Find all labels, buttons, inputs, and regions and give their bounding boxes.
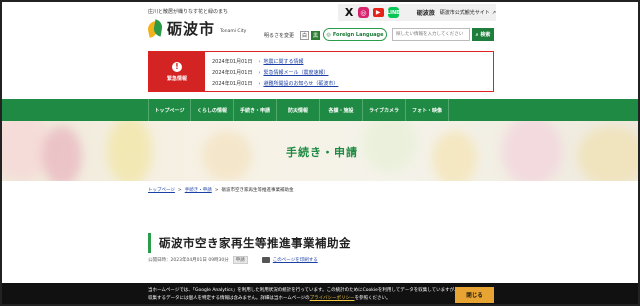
search-button[interactable]: ⌕ 検索	[472, 28, 494, 41]
emergency-date: 2024年01月01日	[212, 81, 253, 87]
emergency-label: ! 緊急情報	[149, 52, 205, 91]
emergency-label-text: 緊急情報	[166, 75, 187, 82]
emergency-date: 2024年01月01日	[212, 59, 253, 65]
chevron-right-icon: ›	[258, 58, 261, 65]
chevron-right-icon: ›	[258, 69, 261, 76]
foreign-language-button[interactable]: ◎ Foreign Language	[323, 28, 387, 41]
tourism-site-link[interactable]: 砺波旅 砺波市公式観光サイト ↗	[416, 8, 497, 18]
hero-title: 手続き・申請	[286, 146, 358, 159]
site-tagline: 庄川と散居が織りなす花と緑のまち	[148, 9, 229, 15]
emergency-item: 2024年01月01日 › 地震に関する情報	[212, 56, 338, 67]
x-twitter-icon[interactable]: X	[344, 6, 354, 19]
external-link-icon: ↗	[491, 9, 497, 16]
city-emblem-icon	[146, 18, 164, 38]
cookie-banner: 当ホームページでは、「Google Analytics」を利用した利用状況の統計…	[2, 283, 638, 304]
search-icon: ⌕	[475, 31, 479, 38]
tourism-logo: 砺波旅	[416, 10, 435, 17]
nav-item-departments[interactable]: 各課・施設	[320, 99, 363, 121]
alert-icon: !	[172, 61, 182, 72]
instagram-icon[interactable]: ◎	[358, 7, 369, 18]
social-links-bar: X ◎ ▶ LINE 砺波旅 砺波市公式観光サイト ↗	[338, 4, 496, 21]
youtube-icon[interactable]: ▶	[372, 8, 384, 17]
brightness-dark-button[interactable]: 黒	[311, 31, 321, 40]
global-nav: トップページ くらしの情報 手続き・申請 防災情報 各課・施設 ライブカメラ フ…	[2, 99, 638, 121]
nav-item-photo[interactable]: フォト・映像	[406, 99, 449, 121]
page-title: 砺波市空き家再生等推進事業補助金	[148, 233, 494, 253]
emergency-item: 2024年01月01日 › 避難所開設のお知らせ（砺波市）	[212, 78, 338, 89]
cookie-line-2b: を参照ください。	[354, 296, 391, 301]
printer-icon	[261, 257, 270, 263]
line-icon[interactable]: LINE	[387, 7, 400, 18]
emergency-list: 2024年01月01日 › 地震に関する情報 2024年01月01日 › 緊急情…	[205, 52, 338, 91]
site-logo[interactable]: 庄川と散居が織りなす花と緑のまち 砺波市 Tonami City	[146, 8, 247, 39]
brightness-switcher: 明るさを変更 白 黒	[264, 31, 321, 40]
privacy-policy-link[interactable]: プライバシーポリシー	[310, 296, 355, 301]
breadcrumb-section[interactable]: 手続き・申請	[185, 188, 212, 193]
emergency-item: 2024年01月01日 › 緊急情報メール（震度速報）	[212, 67, 338, 78]
logo-english: Tonami City	[220, 29, 247, 34]
nav-item-top[interactable]: トップページ	[148, 99, 191, 121]
published-date: 公開日時：2023年04月01日 09時30分	[148, 258, 229, 263]
emergency-date: 2024年01月01日	[212, 70, 253, 76]
tourism-label: 砺波市公式観光サイト	[439, 10, 490, 16]
breadcrumb-current: 砺波市空き家再生等推進事業補助金	[221, 188, 294, 193]
brightness-label: 明るさを変更	[264, 33, 295, 39]
breadcrumb: トップページ > 手続き・申請 > 砺波市空き家再生等推進事業補助金	[148, 188, 294, 193]
cookie-line-2a: 収集するデータには個人を特定する情報は含みません。詳細は当ホームページの	[148, 296, 310, 301]
hero-banner: 手続き・申請	[2, 121, 638, 181]
nav-item-livecamera[interactable]: ライブカメラ	[363, 99, 406, 121]
nav-item-living[interactable]: くらしの情報	[191, 99, 234, 121]
nav-item-disaster[interactable]: 防災情報	[277, 99, 320, 121]
cookie-line-1: 当ホームページでは、「Google Analytics」を利用した利用状況の統計…	[148, 288, 459, 293]
foreign-language-label: Foreign Language	[332, 31, 384, 38]
emergency-link[interactable]: 緊急情報メール（震度速報）	[263, 69, 328, 76]
category-badge: 申請	[232, 256, 248, 264]
logo-name: 砺波市	[167, 20, 216, 38]
search-button-label: 検索	[480, 32, 491, 38]
chevron-right-icon: ›	[258, 80, 261, 87]
cookie-text: 当ホームページでは、「Google Analytics」を利用した利用状況の統計…	[148, 287, 459, 303]
cookie-close-button[interactable]: 閉じる	[455, 287, 494, 303]
breadcrumb-home[interactable]: トップページ	[148, 188, 175, 193]
emergency-info-box: ! 緊急情報 2024年01月01日 › 地震に関する情報 2024年01月01…	[148, 51, 494, 92]
emergency-link[interactable]: 地震に関する情報	[263, 58, 303, 65]
emergency-link[interactable]: 避難所開設のお知らせ（砺波市）	[263, 80, 338, 87]
print-page-link[interactable]: このページを印刷する	[273, 257, 318, 263]
page-frame: 庄川と散居が織りなす花と緑のまち 砺波市 Tonami City X ◎ ▶ L…	[0, 0, 640, 306]
brightness-light-button[interactable]: 白	[300, 31, 310, 40]
search-input[interactable]	[392, 28, 470, 41]
page-meta: 公開日時：2023年04月01日 09時30分 申請 このページを印刷する	[148, 256, 318, 264]
globe-icon: ◎	[326, 31, 331, 38]
nav-item-procedures[interactable]: 手続き・申請	[234, 99, 277, 121]
